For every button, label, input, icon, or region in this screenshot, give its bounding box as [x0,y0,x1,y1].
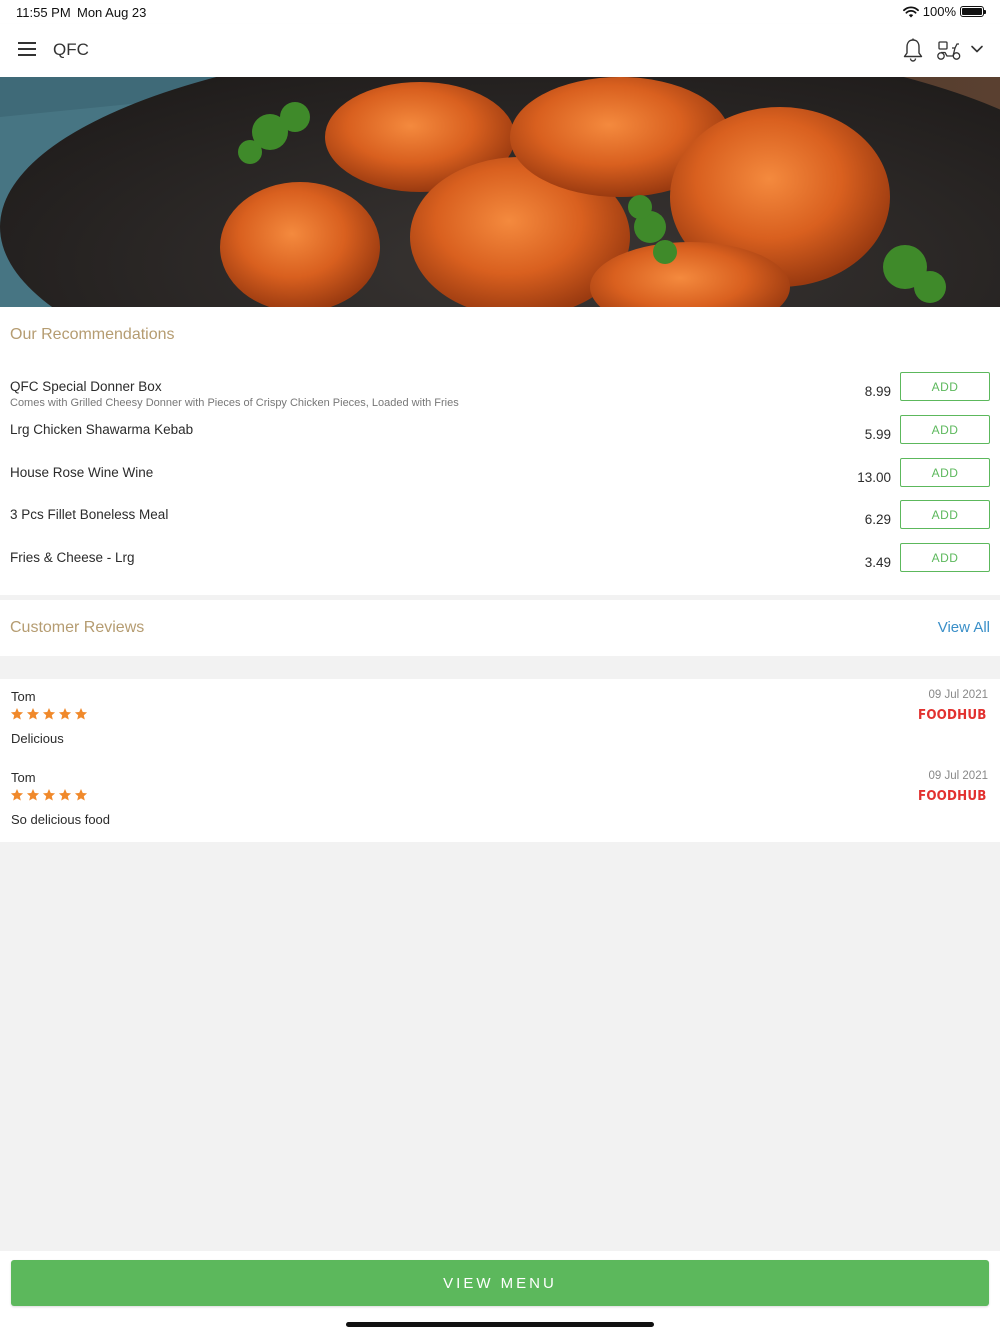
menu-item: Fries & Cheese - Lrg 3.49 ADD [0,543,1000,592]
item-name: 3 Pcs Fillet Boneless Meal [10,507,169,522]
item-name: Lrg Chicken Shawarma Kebab [10,422,194,437]
reviewer-name: Tom [11,770,36,785]
review-text: Delicious [11,731,64,746]
wifi-icon [902,5,919,17]
menu-item: 3 Pcs Fillet Boneless Meal 6.29 ADD [0,500,1000,549]
recommendations-title: Our Recommendations [10,326,175,343]
add-button[interactable]: ADD [900,458,990,487]
foodhub-logo: FOODHUB [918,789,987,804]
reviews-list: Tom Delicious 09 Jul 2021 FOODHUB Tom So… [0,679,1000,842]
item-price: 5.99 [864,427,891,442]
reviewer-name: Tom [11,689,36,704]
item-price: 13.00 [857,470,891,485]
add-button[interactable]: ADD [900,372,990,401]
add-button[interactable]: ADD [900,500,990,529]
reviews-title: Customer Reviews [10,619,145,636]
star-icon [42,789,56,801]
review-item: Tom Delicious 09 Jul 2021 FOODHUB [0,679,1000,759]
menu-item: Lrg Chicken Shawarma Kebab 5.99 ADD [0,415,1000,464]
item-price: 3.49 [864,555,891,570]
battery-fill [962,8,982,15]
item-price: 8.99 [864,384,891,399]
view-menu-button[interactable]: VIEW MENU [11,1260,989,1306]
star-icon [10,789,24,801]
item-name: QFC Special Donner Box [10,379,162,394]
reviews-header: Customer Reviews View All [0,600,1000,656]
battery-icon [960,6,986,17]
bell-icon[interactable] [902,38,924,62]
menu-icon[interactable] [18,42,36,56]
page-title: QFC [53,40,89,59]
battery-percent: 100% [922,4,956,19]
hero-image [0,77,1000,307]
item-name: Fries & Cheese - Lrg [10,550,135,565]
star-icon [58,708,72,720]
star-icon [58,789,72,801]
fried-chicken-photo [0,77,1000,307]
status-date: Mon Aug 23 [77,5,147,20]
status-bar: 11:55 PM Mon Aug 23 100% [0,0,1000,24]
review-date: 09 Jul 2021 [928,770,988,782]
add-button[interactable]: ADD [900,543,990,572]
star-icon [42,708,56,720]
chevron-down-icon[interactable] [970,43,984,55]
item-description: Comes with Grilled Cheesy Donner with Pi… [10,397,459,409]
status-indicators: 100% [902,4,986,19]
star-icon [26,789,40,801]
menu-item: QFC Special Donner Box Comes with Grille… [0,372,1000,421]
scooter-icon[interactable] [936,39,962,61]
item-price: 6.29 [864,512,891,527]
review-text: So delicious food [11,812,111,827]
star-icon [10,708,24,720]
foodhub-logo: FOODHUB [918,708,987,723]
status-time: 11:55 PM [16,5,71,20]
recommendations-section: Our Recommendations QFC Special Donner B… [0,307,1000,595]
review-item: Tom So delicious food 09 Jul 2021 FOODHU… [0,760,1000,840]
review-stars [10,707,88,721]
view-all-link[interactable]: View All [938,619,990,636]
item-name: House Rose Wine Wine [10,465,154,480]
app-header: QFC [0,24,1000,77]
add-button[interactable]: ADD [900,415,990,444]
home-indicator [346,1322,654,1327]
review-stars [10,788,88,802]
star-icon [26,708,40,720]
review-date: 09 Jul 2021 [928,689,988,701]
star-icon [74,789,88,801]
bottom-bar: VIEW MENU [0,1251,1000,1334]
star-icon [74,708,88,720]
menu-item: House Rose Wine Wine 13.00 ADD [0,458,1000,507]
